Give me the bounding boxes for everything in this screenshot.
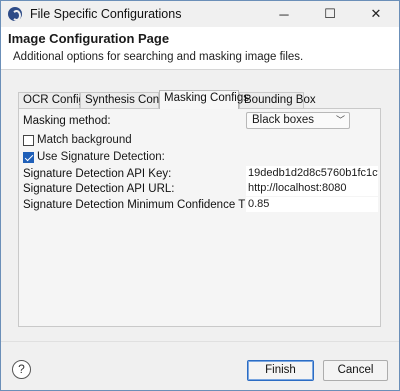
window-title: File Specific Configurations [30, 7, 182, 21]
match-background-row[interactable]: Match background [23, 134, 132, 146]
use-signature-label: Use Signature Detection: [37, 151, 165, 163]
help-icon[interactable]: ? [12, 360, 31, 379]
close-icon[interactable]: ✕ [353, 1, 399, 27]
page-header: Image Configuration Page Additional opti… [1, 27, 399, 70]
window-controls: ─ ☐ ✕ [261, 1, 399, 27]
dialog-window: File Specific Configurations ─ ☐ ✕ Image… [0, 0, 400, 391]
masking-method-label: Masking method: [23, 115, 111, 127]
masking-method-select[interactable]: Black boxes ﹀ [246, 112, 350, 129]
use-signature-checkbox[interactable] [23, 151, 34, 163]
api-url-field[interactable]: http://localhost:8080 [246, 181, 378, 196]
title-bar[interactable]: File Specific Configurations ─ ☐ ✕ [1, 1, 399, 27]
finish-button[interactable]: Finish [247, 360, 314, 381]
minimize-icon[interactable]: ─ [261, 1, 307, 27]
tab-synthesis-configs[interactable]: Synthesis Configs [80, 92, 177, 108]
api-key-label: Signature Detection API Key: [23, 168, 172, 180]
page-title: Image Configuration Page [8, 31, 170, 46]
tab-masking-configs[interactable]: Masking Configs [159, 90, 249, 109]
threshold-field[interactable]: 0.85 [246, 197, 378, 212]
footer-divider [1, 341, 399, 342]
eclipse-app-icon [8, 7, 22, 21]
api-key-field[interactable]: 19dedb1d2d8c5760b1fc1cf70437 [246, 166, 378, 181]
page-description: Additional options for searching and mas… [13, 51, 304, 63]
tab-ocr-configs[interactable]: OCR Configs [18, 92, 91, 108]
api-url-label: Signature Detection API URL: [23, 183, 175, 195]
cancel-button[interactable]: Cancel [323, 360, 388, 381]
use-signature-row[interactable]: Use Signature Detection: [23, 151, 165, 163]
match-background-label: Match background [37, 134, 132, 146]
maximize-icon[interactable]: ☐ [307, 1, 353, 27]
chevron-down-icon: ﹀ [335, 115, 345, 125]
masking-method-value: Black boxes [252, 114, 315, 126]
match-background-checkbox[interactable] [23, 134, 34, 146]
